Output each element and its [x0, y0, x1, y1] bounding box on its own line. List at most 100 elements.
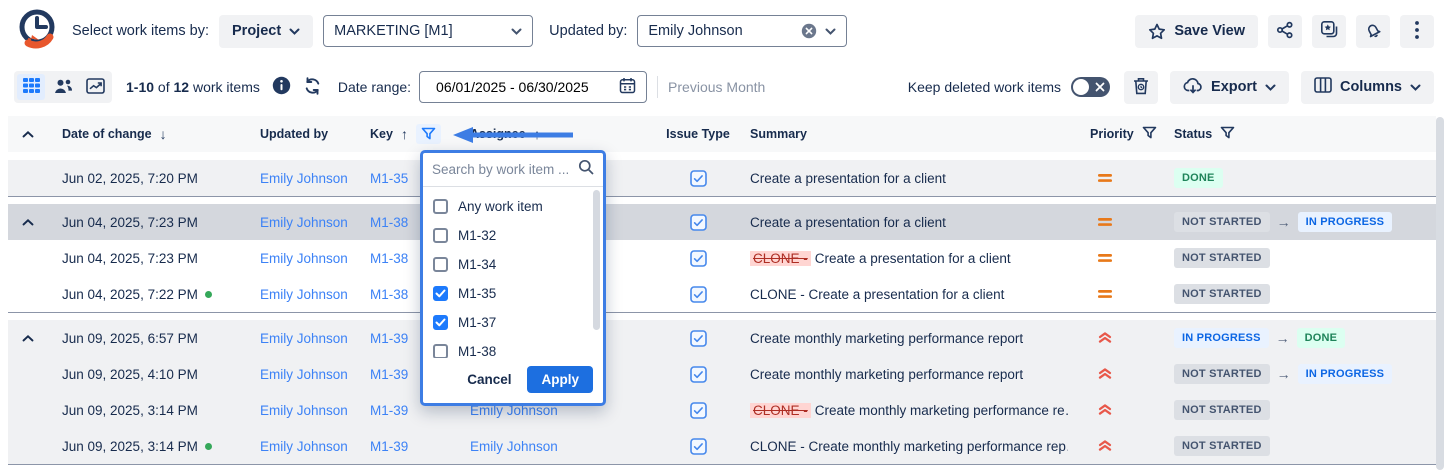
- refresh-button[interactable]: [303, 77, 322, 98]
- view-switcher: [14, 71, 112, 103]
- table-row[interactable]: Jun 02, 2025, 7:20 PMEmily JohnsonM1-35E…: [8, 160, 1436, 196]
- top-header-bar: Select work items by: Project MARKETING …: [0, 0, 1446, 62]
- export-button[interactable]: Export: [1170, 71, 1289, 104]
- clear-selection-icon[interactable]: [801, 23, 817, 39]
- updated-by-link[interactable]: Emily Johnson: [260, 251, 348, 266]
- project-select[interactable]: MARKETING [M1]: [323, 15, 533, 47]
- updated-by-link[interactable]: Emily Johnson: [260, 331, 348, 346]
- updated-by-link[interactable]: Emily Johnson: [260, 403, 348, 418]
- column-header-issue-type[interactable]: Issue Type: [658, 127, 738, 141]
- sort-desc-icon[interactable]: ↓: [160, 126, 167, 142]
- sort-asc-icon[interactable]: ↑: [401, 126, 408, 142]
- task-checkbox-icon: [690, 286, 707, 303]
- date-range-value: 06/01/2025 - 06/30/2025: [436, 79, 609, 95]
- cancel-button[interactable]: Cancel: [467, 372, 511, 387]
- info-button[interactable]: [272, 76, 291, 98]
- status-filter-button[interactable]: [1220, 126, 1235, 143]
- collapse-all-header[interactable]: [8, 131, 48, 138]
- sort-asc-icon[interactable]: ↑: [534, 126, 541, 142]
- filter-option[interactable]: M1-32: [433, 221, 603, 250]
- filter-option[interactable]: M1-35: [433, 279, 603, 308]
- bell-icon: [1364, 21, 1382, 42]
- updated-by-select[interactable]: Emily Johnson: [637, 15, 847, 47]
- checkbox-unchecked-icon[interactable]: [433, 257, 448, 272]
- vertical-scrollbar[interactable]: [1436, 117, 1444, 470]
- select-mode-dropdown[interactable]: Project: [219, 15, 313, 48]
- table-row[interactable]: Jun 09, 2025, 4:10 PMEmily JohnsonM1-39C…: [8, 356, 1436, 392]
- work-item-key-link[interactable]: M1-39: [370, 331, 408, 346]
- work-item-key-link[interactable]: M1-35: [370, 171, 408, 186]
- column-header-priority[interactable]: Priority: [1068, 126, 1158, 143]
- status-badge: IN PROGRESS: [1298, 212, 1393, 232]
- key-filter-button[interactable]: [416, 124, 441, 144]
- task-checkbox-icon: [690, 438, 707, 455]
- table-row[interactable]: Jun 09, 2025, 6:57 PMEmily JohnsonM1-39C…: [8, 320, 1436, 356]
- table-row[interactable]: Jun 09, 2025, 3:14 PMEmily JohnsonM1-39E…: [8, 392, 1436, 428]
- checkbox-unchecked-icon[interactable]: [433, 344, 448, 358]
- more-menu-button[interactable]: [1400, 15, 1434, 48]
- updated-by-link[interactable]: Emily Johnson: [260, 367, 348, 382]
- deleted-items-trash-button[interactable]: [1124, 71, 1158, 104]
- popup-scrollbar[interactable]: [593, 190, 600, 330]
- updated-by-cell: Emily Johnson: [248, 403, 358, 418]
- row-collapse-cell[interactable]: [8, 335, 48, 342]
- column-header-date[interactable]: Date of change ↓: [48, 126, 248, 142]
- trash-icon: [1133, 77, 1149, 98]
- filter-option[interactable]: M1-38: [433, 337, 603, 358]
- table-row[interactable]: Jun 04, 2025, 7:23 PMEmily JohnsonM1-38C…: [8, 204, 1436, 240]
- table-view-button[interactable]: [17, 74, 45, 100]
- checkbox-unchecked-icon[interactable]: [433, 228, 448, 243]
- filter-search-input[interactable]: [432, 162, 572, 177]
- updated-by-link[interactable]: Emily Johnson: [260, 171, 348, 186]
- work-item-key-link[interactable]: M1-39: [370, 367, 408, 382]
- chevron-up-icon: [22, 219, 34, 226]
- work-item-key-link[interactable]: M1-38: [370, 251, 408, 266]
- filter-option[interactable]: M1-34: [433, 250, 603, 279]
- table-row[interactable]: Jun 04, 2025, 7:23 PMEmily JohnsonM1-38C…: [8, 240, 1436, 276]
- assignee-link[interactable]: Emily Johnson: [470, 439, 558, 454]
- work-item-key-link[interactable]: M1-38: [370, 215, 408, 230]
- calendar-icon: [619, 77, 636, 97]
- work-item-key-link[interactable]: M1-39: [370, 403, 408, 418]
- key-cell: M1-39: [358, 439, 458, 454]
- checkbox-unchecked-icon[interactable]: [433, 199, 448, 214]
- priority-filter-button[interactable]: [1142, 126, 1157, 143]
- notifications-button[interactable]: [1356, 15, 1390, 48]
- filter-option[interactable]: M1-37: [433, 308, 603, 337]
- date-text: Jun 02, 2025, 7:20 PM: [62, 171, 198, 186]
- column-header-summary[interactable]: Summary: [738, 127, 1068, 141]
- task-checkbox-icon: [690, 366, 707, 383]
- column-header-updated-by[interactable]: Updated by: [248, 127, 358, 141]
- saved-views-button[interactable]: [1312, 15, 1346, 48]
- checkbox-checked-icon[interactable]: [433, 315, 448, 330]
- filter-option[interactable]: Any work item: [433, 192, 603, 221]
- updated-by-label: Updated by:: [549, 23, 627, 39]
- chevron-down-icon: [825, 28, 836, 35]
- chart-view-button[interactable]: [81, 74, 109, 100]
- row-collapse-cell[interactable]: [8, 219, 48, 226]
- assignees-view-button[interactable]: [49, 74, 77, 100]
- updated-by-link[interactable]: Emily Johnson: [260, 439, 348, 454]
- priority-medium-icon: [1098, 253, 1112, 263]
- column-header-status[interactable]: Status: [1158, 126, 1436, 143]
- summary-text: CLONE - Create a presentation for a clie…: [750, 287, 1004, 302]
- keep-deleted-toggle[interactable]: [1071, 77, 1110, 97]
- refresh-icon: [303, 77, 322, 98]
- save-view-button[interactable]: Save View: [1135, 15, 1258, 48]
- filter-option-label: M1-34: [458, 257, 496, 272]
- table-row[interactable]: Jun 04, 2025, 7:22 PMEmily JohnsonM1-38C…: [8, 276, 1436, 312]
- updated-by-link[interactable]: Emily Johnson: [260, 287, 348, 302]
- apply-button[interactable]: Apply: [527, 366, 593, 393]
- column-header-assignee[interactable]: Assignee ↑: [458, 126, 658, 142]
- status-badge: DONE: [1297, 328, 1346, 348]
- column-header-key[interactable]: Key ↑: [358, 124, 458, 144]
- columns-button[interactable]: Columns: [1301, 71, 1434, 104]
- updated-by-link[interactable]: Emily Johnson: [260, 215, 348, 230]
- checkbox-checked-icon[interactable]: [433, 286, 448, 301]
- work-item-key-link[interactable]: M1-39: [370, 439, 408, 454]
- work-item-key-link[interactable]: M1-38: [370, 287, 408, 302]
- table-row[interactable]: Jun 09, 2025, 3:14 PMEmily JohnsonM1-39E…: [8, 428, 1436, 464]
- share-button[interactable]: [1268, 15, 1302, 48]
- date-text: Jun 09, 2025, 3:14 PM: [62, 403, 198, 418]
- date-range-input[interactable]: 06/01/2025 - 06/30/2025: [419, 71, 647, 103]
